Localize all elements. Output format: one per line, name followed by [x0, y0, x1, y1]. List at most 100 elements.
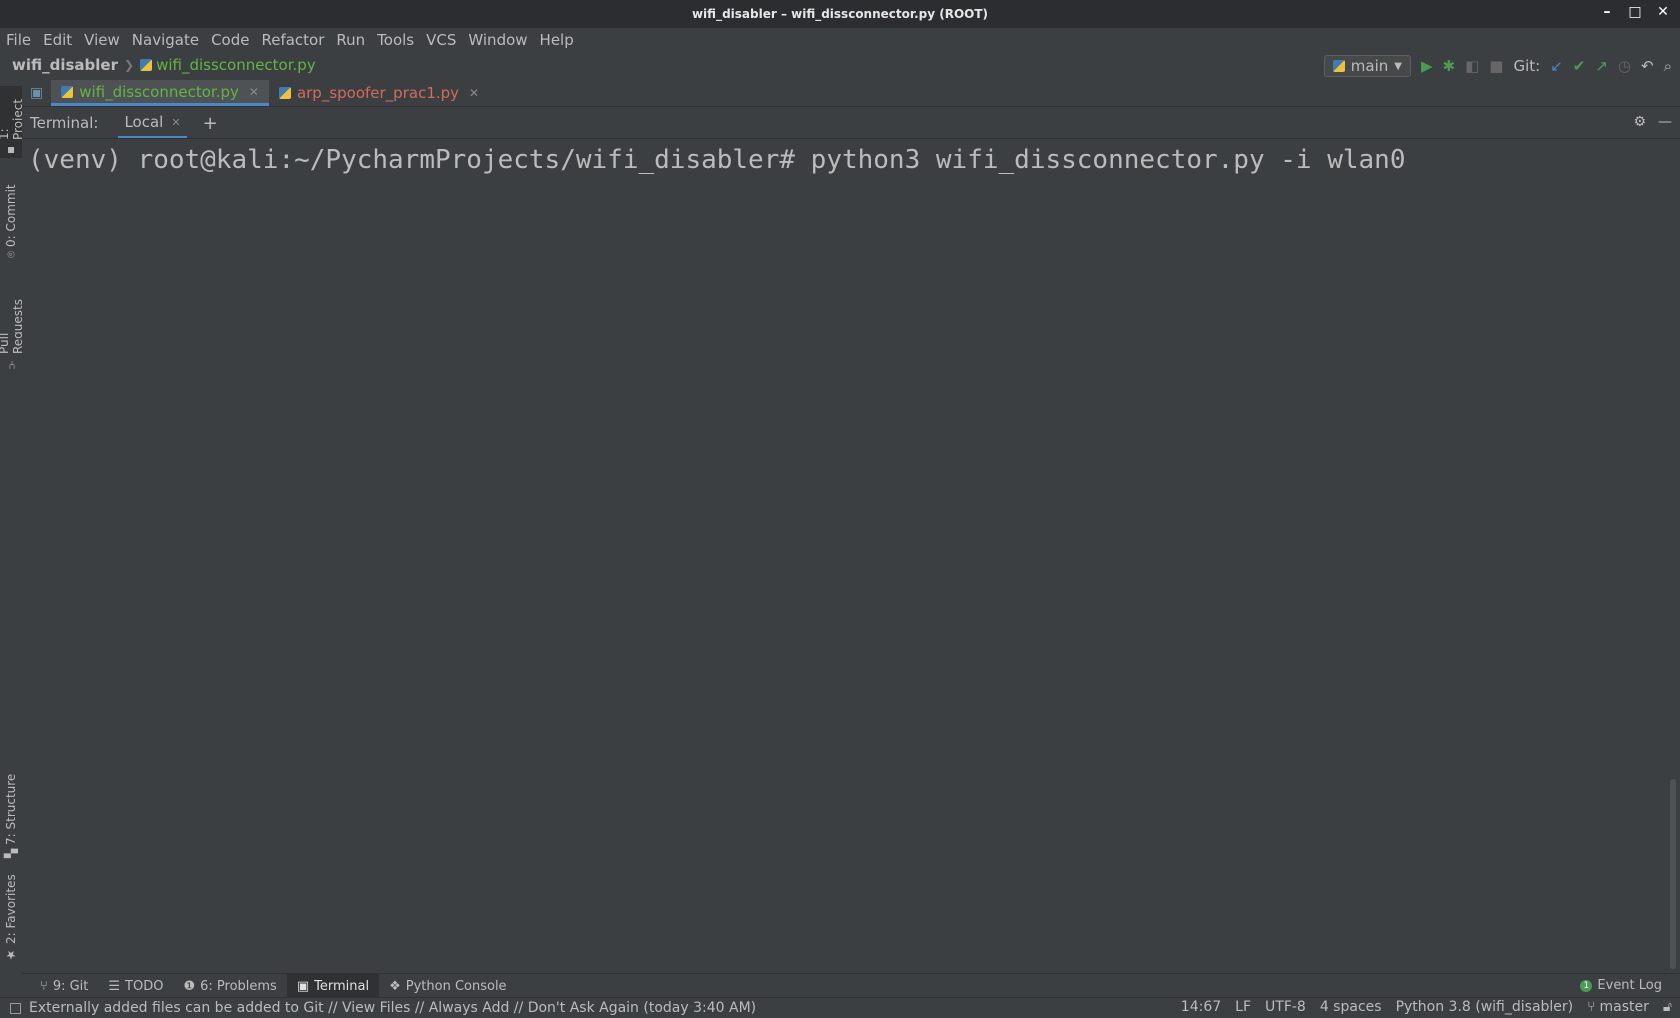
pull-request-icon: ⑂: [4, 358, 18, 370]
python-file-icon: [140, 59, 153, 71]
menu-tools[interactable]: Tools: [377, 31, 414, 49]
debug-icon[interactable]: ✱: [1443, 57, 1456, 75]
event-log-button[interactable]: 1 Event Log: [1580, 978, 1662, 993]
menu-view[interactable]: View: [84, 31, 120, 49]
tool-window-todo[interactable]: ☰ TODO: [98, 974, 173, 998]
python-file-icon: [278, 87, 291, 99]
cursor-position[interactable]: 14:67: [1181, 999, 1221, 1015]
editor-tab-label: arp_spoofer_prac1.py: [296, 84, 460, 102]
list-icon: ☰: [108, 978, 121, 994]
tab-structure-label: 7: Structure: [4, 773, 18, 845]
chevron-down-icon: ▼: [1394, 60, 1402, 72]
tool-window-git[interactable]: ⑂ 9: Git: [30, 974, 98, 998]
tool-window-todo-label: TODO: [125, 978, 164, 994]
navigation-bar: wifi_disabler ❯ wifi_dissconnector.py ma…: [0, 52, 1680, 79]
tab-structure[interactable]: ▚ 7: Structure: [0, 766, 22, 858]
menu-help[interactable]: Help: [540, 31, 574, 49]
breadcrumb-project[interactable]: wifi_disabler: [12, 56, 118, 74]
commit-icon: ⌾: [4, 250, 18, 258]
python-console-icon: ❖: [389, 978, 401, 994]
branch-icon: ⑂: [1587, 999, 1596, 1015]
terminal-scrollbar[interactable]: [1670, 779, 1676, 969]
tool-window-terminal-label: Terminal: [314, 978, 370, 994]
maximize-icon[interactable]: □: [1628, 5, 1642, 19]
terminal-command-line: (venv) root@kali:~/PycharmProjects/wifi_…: [28, 145, 1406, 175]
lock-icon[interactable]: 🔓︎: [1663, 999, 1672, 1015]
info-icon: ❶: [183, 978, 196, 994]
menu-file[interactable]: File: [6, 31, 31, 49]
window-controls: – □ ✕: [1600, 5, 1670, 19]
title-bar: wifi_disabler – wifi_dissconnector.py (R…: [0, 0, 1680, 28]
tool-window-terminal[interactable]: ▣ Terminal: [286, 974, 380, 998]
status-message-area[interactable]: Externally added files can be added to G…: [10, 1000, 756, 1016]
terminal-output[interactable]: (venv) root@kali:~/PycharmProjects/wifi_…: [22, 139, 1680, 972]
menu-vcs[interactable]: VCS: [426, 31, 456, 49]
editor-tab-bar: ▣ wifi_dissconnector.py ✕ arp_spoofer_pr…: [22, 78, 1680, 107]
python-icon: [1332, 60, 1345, 72]
tab-pull-requests[interactable]: ⑂ Pull Requests: [0, 274, 25, 370]
editor-tab-arp-spoofer[interactable]: arp_spoofer_prac1.py ✕: [269, 80, 489, 106]
new-session-icon[interactable]: +: [203, 113, 218, 134]
git-commit-icon[interactable]: ✔: [1573, 57, 1586, 75]
close-tab-icon[interactable]: ✕: [249, 85, 259, 99]
tool-window-python-console[interactable]: ❖ Python Console: [379, 974, 516, 998]
tool-window-bar: ⑂ 9: Git ☰ TODO ❶ 6: Problems ▣ Terminal…: [22, 973, 1680, 998]
minimize-icon[interactable]: –: [1600, 5, 1614, 19]
close-icon[interactable]: ✕: [1656, 5, 1670, 19]
menu-window[interactable]: Window: [468, 31, 527, 49]
terminal-title: Terminal:: [30, 114, 99, 132]
run-configuration-select[interactable]: main ▼: [1323, 55, 1411, 77]
run-icon[interactable]: ▶: [1421, 57, 1433, 75]
status-message: Externally added files can be added to G…: [29, 1000, 757, 1016]
window-title: wifi_disabler – wifi_dissconnector.py (R…: [691, 7, 989, 21]
editor-tab-label: wifi_dissconnector.py: [79, 82, 239, 101]
terminal-session-tab[interactable]: Local ✕: [118, 108, 187, 138]
status-widgets: 14:67 LF UTF-8 4 spaces Python 3.8 (wifi…: [1181, 999, 1672, 1015]
menu-code[interactable]: Code: [211, 31, 249, 49]
tool-window-problems-label: 6: Problems: [200, 978, 277, 994]
python-file-icon: [61, 85, 74, 98]
coverage-icon[interactable]: ◧: [1465, 57, 1479, 75]
stop-icon[interactable]: ■: [1489, 57, 1503, 75]
menu-edit[interactable]: Edit: [43, 31, 72, 49]
tab-favorites[interactable]: ★ 2: Favorites: [0, 872, 22, 962]
main-toolbar: main ▼ ▶ ✱ ◧ ■ Git: ↙ ✔ ↗ ◷ ↶ ⌕: [1323, 55, 1672, 77]
event-log-label: Event Log: [1597, 978, 1662, 993]
branch-icon: ⑂: [40, 978, 48, 994]
recent-files-icon[interactable]: ▣: [22, 80, 51, 106]
status-bar: Externally added files can be added to G…: [0, 997, 1680, 1018]
tool-window-python-console-label: Python Console: [405, 978, 507, 994]
menu-bar: File Edit View Navigate Code Refactor Ru…: [0, 28, 1680, 52]
chevron-right-icon: ❯: [124, 58, 135, 72]
hide-icon[interactable]: —: [1658, 114, 1672, 130]
git-update-icon[interactable]: ↙: [1550, 57, 1563, 75]
menu-refactor[interactable]: Refactor: [261, 31, 324, 49]
git-branch-label: master: [1599, 999, 1649, 1015]
gear-icon[interactable]: ⚙: [1633, 114, 1646, 130]
git-branch[interactable]: ⑂ master: [1587, 999, 1649, 1015]
left-tool-strip: ▪ 1: Project ⌾ 0: Commit ⑂ Pull Requests…: [0, 78, 25, 978]
rollback-icon[interactable]: ↶: [1641, 57, 1654, 75]
editor-tab-wifi-dissconnector[interactable]: wifi_dissconnector.py ✕: [51, 80, 269, 106]
menu-navigate[interactable]: Navigate: [132, 31, 199, 49]
terminal-header: Terminal: Local ✕ + ⚙ —: [22, 108, 1680, 139]
tool-window-problems[interactable]: ❶ 6: Problems: [173, 974, 286, 998]
tab-favorites-label: 2: Favorites: [4, 874, 18, 944]
search-icon[interactable]: ⌕: [1664, 57, 1672, 75]
indent-setting[interactable]: 4 spaces: [1320, 999, 1382, 1015]
git-push-icon[interactable]: ↗: [1595, 57, 1608, 75]
folder-icon: ▪: [4, 144, 18, 158]
tab-commit[interactable]: ⌾ 0: Commit: [0, 178, 22, 258]
close-tab-icon[interactable]: ✕: [469, 86, 479, 100]
terminal-session-label: Local: [124, 113, 164, 131]
history-icon[interactable]: ◷: [1618, 57, 1631, 75]
run-config-label: main: [1350, 57, 1389, 75]
python-interpreter[interactable]: Python 3.8 (wifi_disabler): [1396, 999, 1574, 1015]
menu-run[interactable]: Run: [336, 31, 365, 49]
breadcrumb-file[interactable]: wifi_dissconnector.py: [156, 56, 316, 74]
file-encoding[interactable]: UTF-8: [1265, 999, 1306, 1015]
star-icon: ★: [4, 948, 18, 962]
tab-project[interactable]: ▪ 1: Project: [0, 86, 25, 158]
close-icon[interactable]: ✕: [171, 116, 180, 129]
line-separator[interactable]: LF: [1235, 999, 1251, 1015]
